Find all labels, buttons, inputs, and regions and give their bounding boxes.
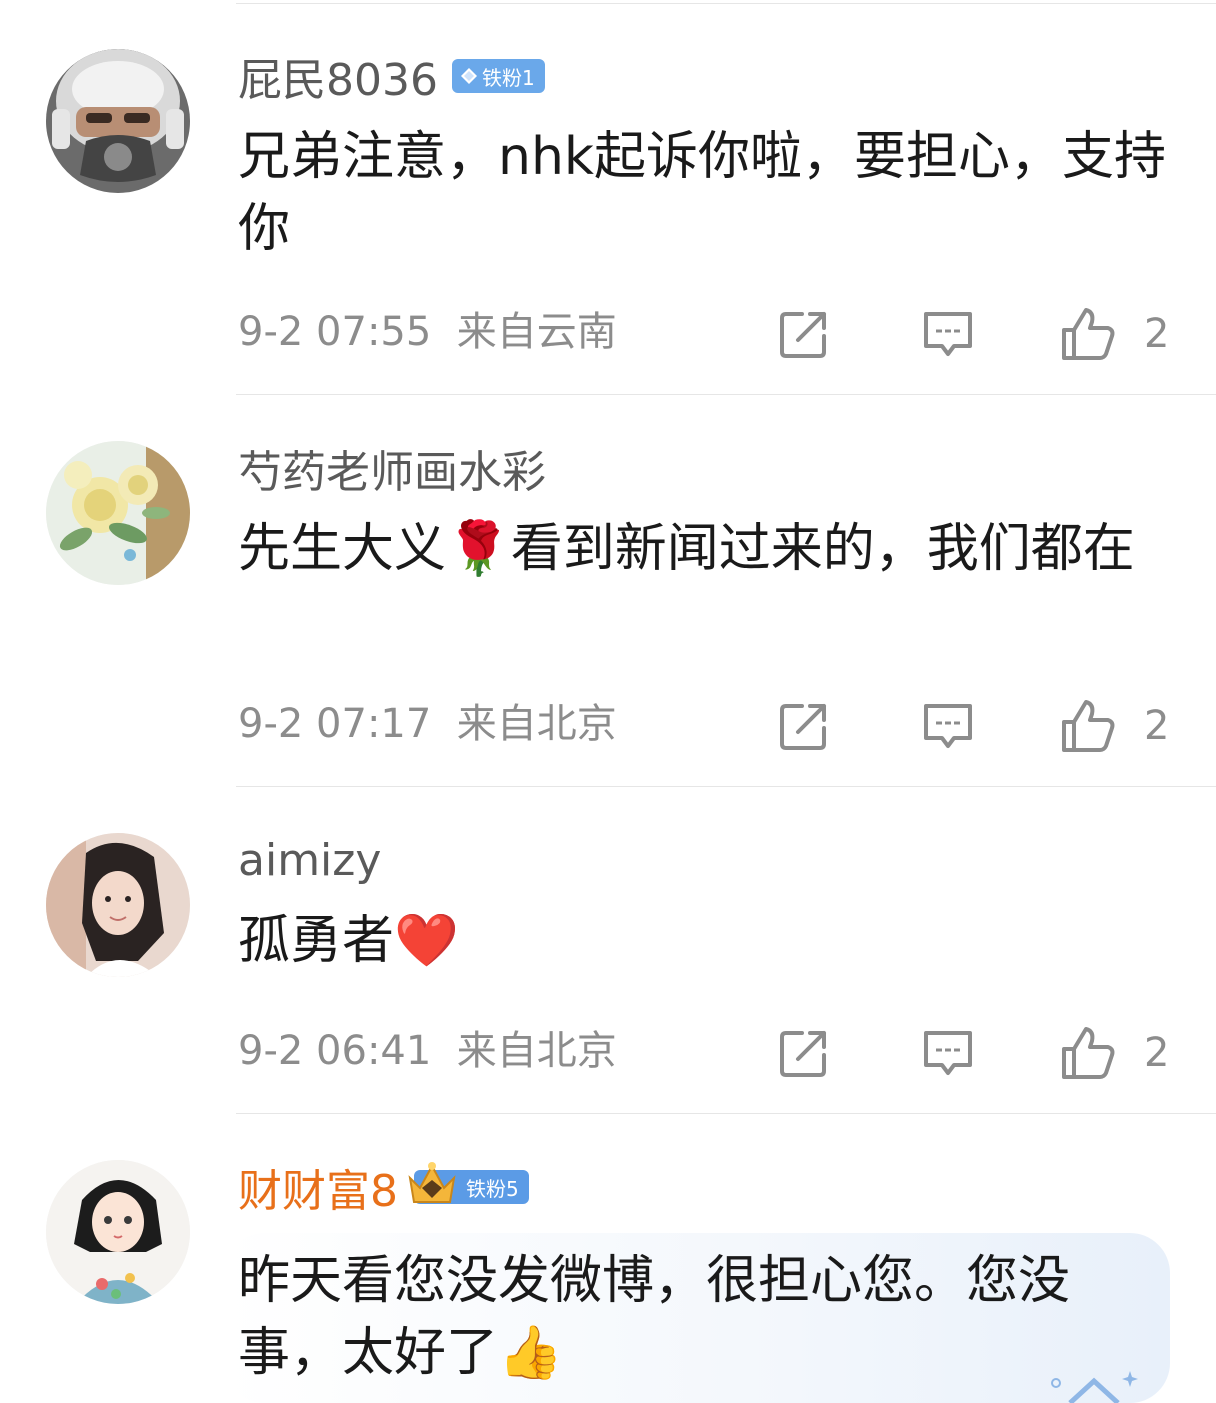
avatar[interactable]: [46, 49, 190, 193]
share-icon: [780, 312, 826, 358]
pilot-helmet-avatar-icon: [46, 49, 190, 193]
share-button[interactable]: [776, 306, 832, 362]
reply-button[interactable]: [920, 698, 976, 754]
girl-portrait-avatar-icon: [46, 833, 190, 977]
username[interactable]: 财财富8: [238, 1155, 398, 1219]
username[interactable]: aimizy: [238, 835, 381, 886]
username[interactable]: 芍药老师画水彩: [238, 436, 546, 500]
divider: [236, 394, 1216, 395]
badge-label: 铁粉1: [481, 65, 535, 90]
illustrated-girl-avatar-icon: [46, 1160, 190, 1304]
reply-button[interactable]: [920, 1025, 976, 1081]
comment-time-location: 9-2 07:55 来自云南: [238, 302, 617, 362]
like-count: 2: [1144, 1030, 1170, 1076]
comment-header: 屁民8036 铁粉1: [238, 48, 545, 106]
share-button[interactable]: [776, 698, 832, 754]
comment-text: 先生大义🌹看到新闻过来的，我们都在: [238, 519, 1135, 579]
badge-label: 铁粉5: [466, 1176, 519, 1201]
username[interactable]: 屁民8036: [238, 44, 438, 108]
comment-text: 孤勇者❤️: [238, 911, 459, 971]
like-count: 2: [1144, 311, 1170, 357]
watercolor-roses-avatar-icon: [46, 441, 190, 585]
avatar[interactable]: [46, 833, 190, 977]
comment-meta: 9-2 07:55 来自云南 2: [238, 302, 1216, 362]
divider: [236, 3, 1216, 4]
share-icon: [780, 704, 826, 750]
share-button[interactable]: [776, 1025, 832, 1081]
avatar[interactable]: [46, 1160, 190, 1304]
comment-bubble-icon: [924, 1031, 972, 1075]
comment-text: 昨天看您没发微博，很担心您。您没事，太好了👍: [238, 1251, 1071, 1383]
like-button[interactable]: [1060, 306, 1116, 362]
thumbs-up-icon: [1062, 700, 1115, 752]
diamond-icon: [460, 68, 477, 84]
like-button[interactable]: [1060, 1025, 1116, 1081]
comment-text: 兄弟注意，nhk起诉你啦，要担心，支持你: [238, 127, 1167, 259]
comment-meta: 9-2 07:17 来自北京 2: [238, 694, 1216, 754]
divider: [236, 786, 1216, 787]
comment-header: 芍药老师画水彩: [238, 440, 546, 498]
reply-button[interactable]: [920, 306, 976, 362]
share-icon: [780, 1031, 826, 1077]
comment-header: 财财富8 铁粉5: [238, 1159, 529, 1217]
comment-time: 9-2 07:55: [238, 309, 432, 355]
avatar[interactable]: [46, 441, 190, 585]
comment-time: 9-2 06:41: [238, 1028, 432, 1074]
comment-location: 来自云南: [456, 309, 617, 355]
thumbs-up-icon: [1062, 1027, 1115, 1079]
comment-location: 来自北京: [456, 1028, 617, 1074]
thumbs-up-icon: [1062, 308, 1115, 360]
comment-time-location: 9-2 06:41 来自北京: [238, 1021, 617, 1081]
like-button[interactable]: [1060, 698, 1116, 754]
fan-badge[interactable]: 铁粉1: [451, 59, 545, 93]
fan-badge[interactable]: 铁粉5: [408, 1162, 529, 1204]
like-count: 2: [1144, 703, 1170, 749]
divider: [236, 1113, 1216, 1114]
comment-bubble-icon: [924, 704, 972, 748]
crown-icon: [408, 1162, 456, 1203]
comment-location: 来自北京: [456, 701, 617, 747]
comment-meta: 9-2 06:41 来自北京 2: [238, 1021, 1216, 1081]
comment-time-location: 9-2 07:17 来自北京: [238, 694, 617, 754]
comment-time: 9-2 07:17: [238, 701, 432, 747]
comment-bubble-icon: [924, 312, 972, 356]
comment-header: aimizy: [238, 832, 381, 888]
